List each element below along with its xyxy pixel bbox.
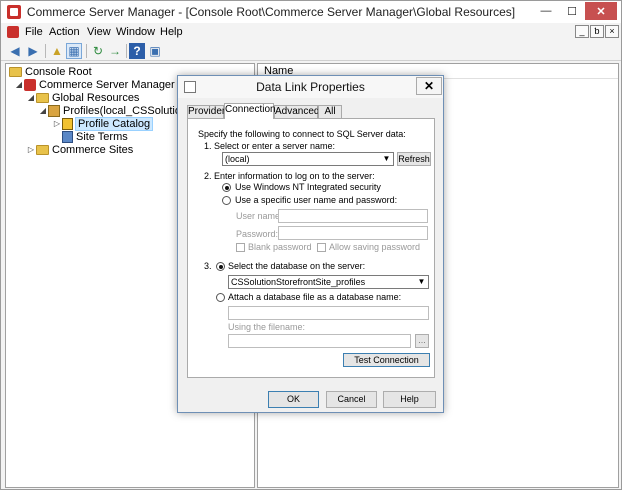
dialog-close-button[interactable]: ✕	[416, 77, 442, 95]
mdi-minimize-button[interactable]: _	[575, 25, 589, 38]
database-value: CSSolutionStorefrontSite_profiles	[231, 277, 366, 287]
user-name-label: User name:	[236, 211, 283, 221]
tab-provider[interactable]: Provider	[187, 105, 225, 119]
test-connection-button[interactable]: Test Connection	[343, 353, 430, 367]
database-combo[interactable]: CSSolutionStorefrontSite_profiles ▼	[228, 275, 429, 289]
menu-view[interactable]: View	[87, 26, 111, 38]
step2-label: 2. Enter information to log on to the se…	[204, 171, 375, 181]
mdi-close-button[interactable]: ×	[605, 25, 619, 38]
toolbar-separator	[45, 44, 46, 58]
select-database-radio[interactable]	[216, 262, 225, 271]
mdi-restore-button[interactable]: ƅ	[590, 25, 604, 38]
tree-item-site-terms[interactable]: Site Terms	[62, 130, 128, 143]
tree-item-label: Commerce Sites	[52, 143, 134, 156]
commerce-server-icon	[24, 78, 36, 91]
help-button[interactable]: Help	[383, 391, 436, 408]
using-filename-label: Using the filename:	[228, 322, 306, 332]
tree-item-label: Console Root	[25, 65, 92, 78]
tab-advanced[interactable]: Advanced	[274, 105, 319, 119]
collapsed-arrow-icon[interactable]: ▷	[26, 145, 36, 154]
collapsed-arrow-icon[interactable]: ▷	[52, 119, 62, 128]
site-terms-icon	[62, 130, 73, 143]
toolbar-separator	[86, 44, 87, 58]
minimize-button[interactable]: —	[533, 2, 559, 20]
server-name-combo[interactable]: (local) ▼	[222, 152, 394, 166]
step1-label: 1. Select or enter a server name:	[204, 141, 336, 151]
forward-icon[interactable]: ▶	[25, 43, 41, 59]
data-link-properties-dialog: Data Link Properties ✕ Provider Connecti…	[177, 75, 444, 413]
attach-database-radio[interactable]	[216, 293, 225, 302]
cancel-button[interactable]: Cancel	[326, 391, 377, 408]
expanded-arrow-icon[interactable]: ◢	[26, 93, 36, 102]
expanded-arrow-icon[interactable]: ◢	[38, 106, 48, 115]
dropdown-arrow-icon[interactable]: ▼	[416, 276, 427, 288]
tree-item-console-root[interactable]: Console Root	[9, 65, 92, 78]
blank-password-label: Blank password	[248, 242, 312, 252]
menu-bar: File Action View Window Help _ ƅ ×	[1, 23, 621, 41]
tree-item-profile-catalog[interactable]: ▷ Profile Catalog	[52, 116, 154, 131]
server-name-value: (local)	[225, 154, 250, 164]
dialog-title: Data Link Properties	[256, 80, 365, 94]
tree-item-commerce-sites[interactable]: ▷ Commerce Sites	[26, 143, 133, 156]
console-menu-icon[interactable]	[7, 26, 19, 38]
browse-button[interactable]: ...	[415, 334, 429, 348]
window-title: Commerce Server Manager - [Console Root\…	[26, 5, 516, 19]
password-label: Password:	[236, 229, 279, 239]
tree-item-label: Site Terms	[76, 130, 128, 143]
profile-catalog-icon	[62, 117, 73, 130]
tree-item-label: Profile Catalog	[74, 116, 154, 131]
refresh-button[interactable]: Refresh	[397, 152, 431, 166]
select-database-label[interactable]: Select the database on the server:	[228, 261, 365, 271]
specific-user-label[interactable]: Use a specific user name and password:	[235, 195, 397, 205]
password-input[interactable]	[278, 226, 428, 240]
user-name-input[interactable]	[278, 209, 428, 223]
expanded-arrow-icon[interactable]: ◢	[14, 80, 24, 89]
main-window: Commerce Server Manager - [Console Root\…	[0, 0, 622, 490]
ok-button[interactable]: OK	[268, 391, 319, 408]
tab-all[interactable]: All	[318, 105, 342, 119]
title-bar: Commerce Server Manager - [Console Root\…	[1, 1, 621, 23]
folder-icon	[9, 66, 22, 77]
nt-security-label[interactable]: Use Windows NT Integrated security	[235, 182, 381, 192]
menu-window[interactable]: Window	[116, 26, 155, 38]
allow-saving-password-checkbox[interactable]	[317, 243, 326, 252]
tree-item-commerce-server-manager[interactable]: ◢ Commerce Server Manager	[14, 78, 175, 91]
help-icon[interactable]: ?	[129, 43, 145, 59]
toolbar: ◀ ▶ ▲ ▦ ↻ → ? ▣	[1, 41, 621, 61]
tab-connection[interactable]: Connection	[224, 103, 276, 119]
profiles-icon	[48, 104, 60, 117]
step3-number: 3.	[204, 261, 212, 271]
specific-user-radio[interactable]	[222, 196, 231, 205]
folder-icon	[36, 144, 49, 155]
connection-tab-panel: Specify the following to connect to SQL …	[187, 118, 435, 378]
menu-help[interactable]: Help	[160, 26, 183, 38]
allow-saving-password-label: Allow saving password	[329, 242, 421, 252]
export-list-icon[interactable]: →	[107, 43, 123, 59]
close-button[interactable]: ✕	[585, 2, 617, 20]
up-one-level-icon[interactable]: ▲	[49, 43, 65, 59]
intro-text: Specify the following to connect to SQL …	[198, 129, 406, 139]
toolbar-separator	[126, 44, 127, 58]
back-icon[interactable]: ◀	[7, 43, 23, 59]
refresh-icon[interactable]: ↻	[90, 43, 106, 59]
tree-item-label: Global Resources	[52, 91, 140, 104]
dropdown-arrow-icon[interactable]: ▼	[381, 153, 392, 165]
tree-item-global-resources[interactable]: ◢ Global Resources	[26, 91, 140, 104]
blank-password-checkbox[interactable]	[236, 243, 245, 252]
filename-input[interactable]	[228, 334, 411, 348]
attach-database-name-input[interactable]	[228, 306, 429, 320]
folder-icon	[36, 92, 49, 103]
dialog-title-bar: Data Link Properties ✕	[178, 76, 443, 98]
maximize-button[interactable]: ☐	[559, 2, 585, 20]
properties-icon[interactable]: ▣	[147, 43, 163, 59]
attach-database-label[interactable]: Attach a database file as a database nam…	[228, 292, 401, 302]
nt-security-radio[interactable]	[222, 183, 231, 192]
tree-item-label: Commerce Server Manager	[39, 78, 175, 91]
show-hide-tree-icon[interactable]: ▦	[66, 43, 82, 59]
menu-action[interactable]: Action	[49, 26, 80, 38]
menu-file[interactable]: File	[25, 26, 43, 38]
